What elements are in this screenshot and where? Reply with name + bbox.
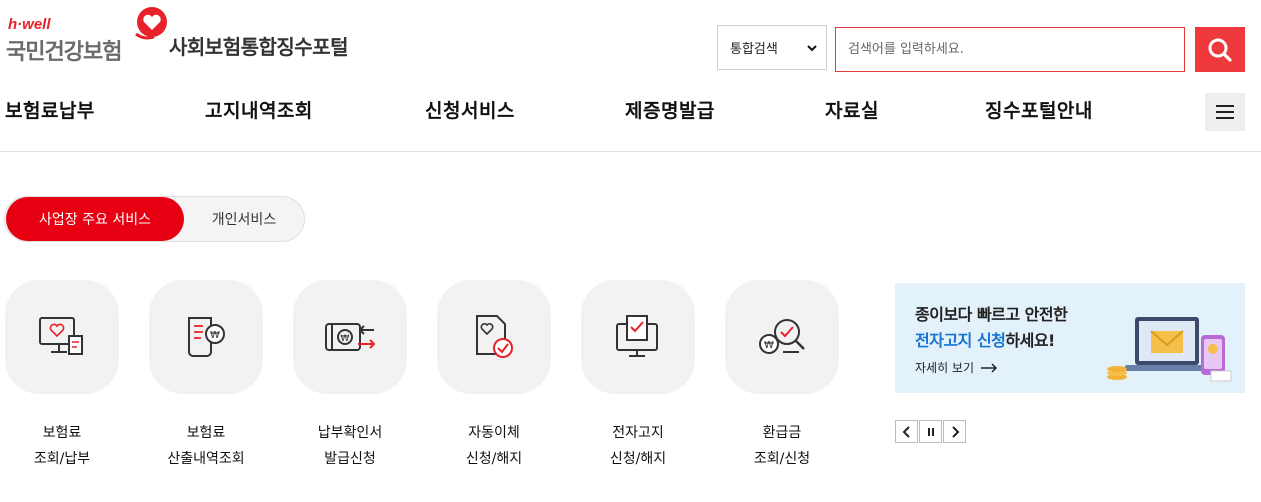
monitor-heart-receipt-icon [39, 317, 83, 355]
document-check-icon [476, 315, 513, 358]
service-label-auto-transfer[interactable]: 자동이체 신청/해지 [424, 420, 564, 472]
laptop-envelope-illustration [1107, 317, 1232, 382]
search-scope-select[interactable]: 통합검색 [717, 25, 827, 70]
service-label-refund[interactable]: 환급금 조회/신청 [712, 420, 852, 472]
svg-text:₩: ₩ [764, 340, 774, 351]
monitor-check-icon [616, 315, 658, 357]
banner-pause-button[interactable] [919, 420, 942, 443]
search-icon [1208, 38, 1232, 62]
gnb-item-certificate[interactable]: 제증명발급 [625, 96, 715, 123]
hamburger-menu-icon [1216, 105, 1234, 119]
banner-headline-rest: 하세요! [1005, 331, 1055, 350]
service-tile-calculation-details[interactable]: ₩ [149, 280, 263, 394]
service-label-calculation-details[interactable]: 보험료 산출내역조회 [136, 420, 276, 472]
gnb-item-application[interactable]: 신청서비스 [425, 96, 515, 123]
service-label-line1: 자동이체 [468, 425, 520, 441]
service-label-line2: 조회/신청 [753, 451, 811, 467]
svg-text:₩: ₩ [341, 334, 350, 344]
service-tile-electronic-notice[interactable] [581, 280, 695, 394]
service-label-line2: 산출내역조회 [167, 451, 245, 467]
header-divider [0, 151, 1261, 152]
chevron-left-icon [902, 425, 910, 438]
service-label-line2: 발급신청 [324, 451, 376, 467]
banner-subheadline: 전자고지 신청하세요! [915, 327, 1055, 351]
banner-more-link[interactable]: 자세히 보기 [915, 359, 998, 376]
service-label-line2: 조회/납부 [33, 451, 91, 467]
service-tile-auto-transfer[interactable] [437, 280, 551, 394]
main-navigation: 보험료납부 고지내역조회 신청서비스 제증명발급 자료실 징수포털안내 [0, 92, 1200, 126]
all-menu-button[interactable] [1205, 93, 1245, 131]
tab-business-services[interactable]: 사업장 주요 서비스 [6, 197, 184, 241]
service-label-payment-certificate[interactable]: 납부확인서 발급신청 [280, 420, 420, 472]
document-won-icon: ₩ [188, 317, 225, 357]
tab-personal-services[interactable]: 개인서비스 [185, 197, 303, 241]
gnb-item-portal-guide[interactable]: 징수포털안내 [985, 96, 1093, 123]
search-scope-value: 통합검색 [730, 42, 778, 57]
service-label-line2: 신청/해지 [609, 451, 667, 467]
service-label-line2: 신청/해지 [465, 451, 523, 467]
banner-prev-button[interactable] [895, 420, 918, 443]
gnb-item-library[interactable]: 자료실 [825, 96, 879, 123]
banner-next-button[interactable] [943, 420, 966, 443]
card-won-arrows-icon: ₩ [325, 323, 376, 351]
promo-banner[interactable]: 종이보다 빠르고 안전한 전자고지 신청하세요! 자세히 보기 [895, 283, 1245, 393]
heart-logo-icon [135, 7, 167, 40]
search-button[interactable] [1195, 27, 1245, 72]
service-label-premium-payment[interactable]: 보험료 조회/납부 [0, 420, 132, 472]
service-tile-refund[interactable]: ₩ [725, 280, 839, 394]
pause-icon [927, 427, 934, 436]
service-label-line1: 전자고지 [612, 425, 664, 441]
search-input[interactable] [835, 27, 1185, 72]
banner-highlight: 전자고지 신청 [915, 331, 1006, 350]
service-label-electronic-notice[interactable]: 전자고지 신청/해지 [568, 420, 708, 472]
site-logo[interactable]: h·well 국민건강보험 [4, 4, 174, 65]
portal-title: 사회보험통합징수포털 [169, 35, 349, 59]
service-tabs: 사업장 주요 서비스 개인서비스 [4, 196, 305, 242]
service-label-line1: 환급금 [762, 425, 802, 441]
banner-headline: 종이보다 빠르고 안전한 [915, 305, 1068, 324]
service-label-line1: 보험료 [42, 425, 82, 441]
gnb-item-payment[interactable]: 보험료납부 [5, 96, 95, 123]
chevron-down-icon [807, 44, 817, 51]
service-label-line1: 납부확인서 [317, 425, 383, 441]
service-tile-payment-certificate[interactable]: ₩ [293, 280, 407, 394]
magnifier-won-icon: ₩ [759, 319, 805, 354]
logo-tagline: h·well [8, 16, 51, 33]
chevron-right-icon [951, 425, 959, 438]
arrow-right-icon [981, 362, 998, 373]
gnb-item-notice-inquiry[interactable]: 고지내역조회 [205, 96, 313, 123]
banner-more-label: 자세히 보기 [915, 361, 975, 375]
service-label-line1: 보험료 [186, 425, 226, 441]
logo-text: 국민건강보험 [6, 40, 122, 65]
svg-text:₩: ₩ [210, 330, 220, 341]
service-tile-premium-payment[interactable] [5, 280, 119, 394]
